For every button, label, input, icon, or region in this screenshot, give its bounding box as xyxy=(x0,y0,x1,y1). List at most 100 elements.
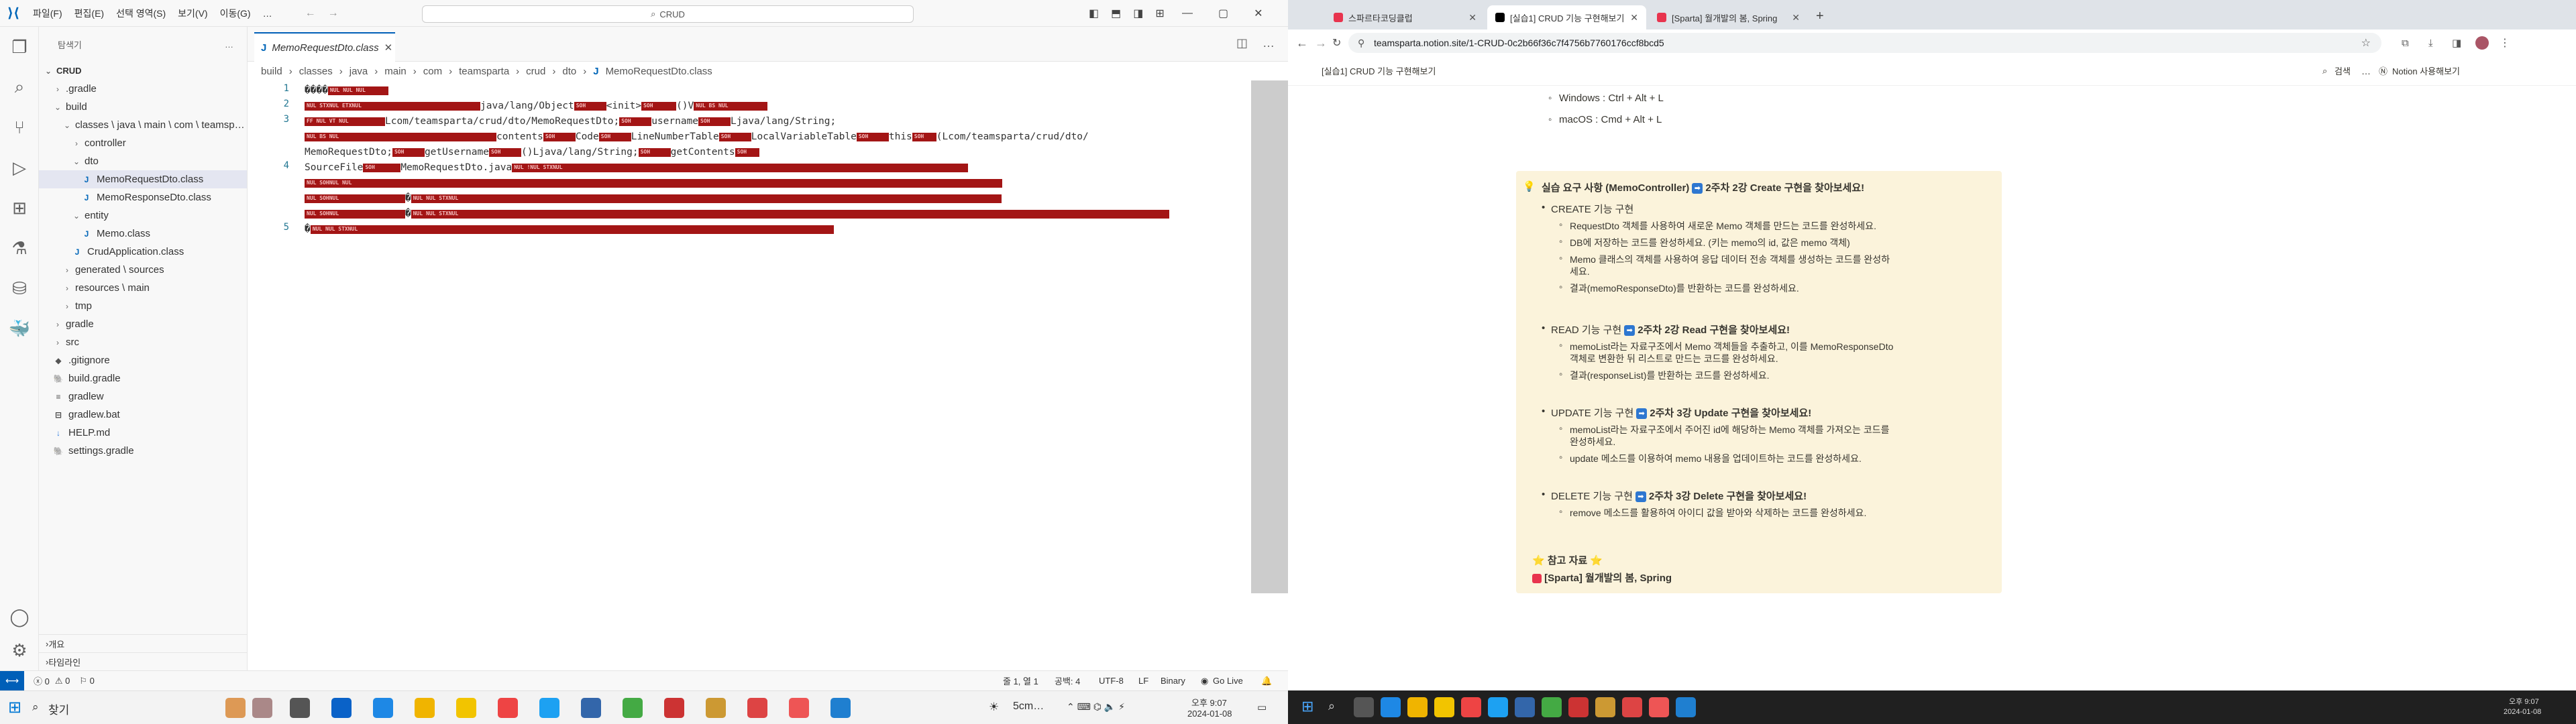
tree-file[interactable]: J MemoResponseDto.class xyxy=(39,188,247,206)
info-count[interactable]: ⚐ 0 xyxy=(79,676,95,686)
extensions-icon[interactable]: ⧉ xyxy=(2402,38,2409,49)
search-icon[interactable]: ⌕ xyxy=(2322,66,2327,76)
close-icon[interactable]: ✕ xyxy=(1630,12,1638,23)
settings-gear-icon[interactable]: ⚙ xyxy=(0,630,39,670)
clock-time[interactable]: 오후 9:07 xyxy=(2509,696,2539,707)
file-explorer-icon[interactable] xyxy=(415,698,435,718)
chrome-icon[interactable] xyxy=(1461,697,1481,717)
breadcrumb-item[interactable]: MemoRequestDto.class xyxy=(606,66,712,77)
tree-file[interactable]: ≡ gradlew xyxy=(39,387,247,406)
notifications-bell-icon[interactable]: 🔔 xyxy=(1261,676,1272,686)
tree-folder[interactable]: › generated \ sources xyxy=(39,261,247,279)
source-control-icon[interactable]: ⑂ xyxy=(0,107,39,147)
tree-folder[interactable]: ⌄ build xyxy=(39,98,247,116)
tree-folder[interactable]: › tmp xyxy=(39,297,247,315)
breadcrumb-item[interactable]: main xyxy=(384,66,407,77)
app-icon[interactable] xyxy=(664,698,684,718)
menu-view[interactable]: 보기(V) xyxy=(172,7,213,20)
notification-icon[interactable]: ▭ xyxy=(1257,701,1267,713)
app-icon[interactable] xyxy=(1488,697,1508,717)
database-icon[interactable]: ⛁ xyxy=(0,268,39,308)
clock-date[interactable]: 2024-01-08 xyxy=(1187,709,1232,719)
layout-icon[interactable]: ⊞ xyxy=(1155,7,1164,20)
close-icon[interactable]: ✕ xyxy=(384,42,393,54)
menu-edit[interactable]: 편집(E) xyxy=(68,7,110,20)
address-bar[interactable]: ⚲ teamsparta.notion.site/1-CRUD-0c2b66f3… xyxy=(1348,33,2381,53)
tree-file[interactable]: 🐘 settings.gradle xyxy=(39,442,247,460)
eol[interactable]: LF xyxy=(1138,676,1148,686)
avatar[interactable] xyxy=(2475,36,2489,50)
breadcrumb-item[interactable]: java xyxy=(350,66,368,77)
app-icon[interactable] xyxy=(1515,697,1535,717)
split-editor-icon[interactable]: ◫ xyxy=(1236,36,1248,50)
more-actions-icon[interactable]: … xyxy=(225,40,233,50)
app-icon[interactable] xyxy=(456,698,476,718)
scrollbar-thumb[interactable] xyxy=(1251,80,1288,593)
tab-memo-request-dto[interactable]: J MemoRequestDto.class ✕ xyxy=(254,32,395,62)
app-icon[interactable] xyxy=(1434,697,1454,717)
maximize-icon[interactable]: ▢ xyxy=(1218,7,1228,20)
tree-folder[interactable]: ⌄ classes \ java \ main \ com \ teamsp… xyxy=(39,116,247,134)
app-icon[interactable] xyxy=(623,698,643,718)
testing-icon[interactable]: ⚗ xyxy=(0,228,39,268)
tree-folder[interactable]: › gradle xyxy=(39,315,247,333)
vscode-taskbar-icon[interactable] xyxy=(1676,697,1696,717)
edge-icon[interactable] xyxy=(373,698,393,718)
site-info-icon[interactable]: ⚲ xyxy=(1358,38,1364,49)
breadcrumb-item[interactable]: com xyxy=(423,66,442,77)
code-view[interactable]: 1 2 3 4 5 ���� NUL NUL NUL NUL STXNUL ETX… xyxy=(248,80,1274,670)
app-icon[interactable] xyxy=(1595,697,1615,717)
app-icon[interactable] xyxy=(539,698,559,718)
minimap[interactable] xyxy=(1251,80,1288,593)
more-actions-icon[interactable]: … xyxy=(1263,36,1275,50)
tree-file[interactable]: J Memo.class xyxy=(39,225,247,243)
back-arrow-icon[interactable]: ← xyxy=(305,7,316,19)
breadcrumb-item[interactable]: crud xyxy=(526,66,545,77)
task-view-icon[interactable] xyxy=(290,698,310,718)
browser-tab-active[interactable]: [실습1] CRUD 기능 구현해보기 ✕ xyxy=(1487,5,1646,29)
close-icon[interactable]: ✕ xyxy=(1792,12,1800,23)
reference-link[interactable]: [Sparta] 월개발의 봄, Spring xyxy=(1532,570,1672,585)
tree-folder[interactable]: › controller xyxy=(39,134,247,152)
side-panel-icon[interactable]: ◨ xyxy=(2452,37,2461,49)
menu-selection[interactable]: 선택 영역(S) xyxy=(110,7,172,20)
app-icon[interactable] xyxy=(581,698,601,718)
page-title[interactable]: [실습1] CRUD 기능 구현해보기 xyxy=(1322,64,1436,77)
search-button[interactable]: 검색 xyxy=(2334,64,2351,77)
bookmark-star-icon[interactable]: ☆ xyxy=(2361,36,2371,50)
tree-file[interactable]: 🐘 build.gradle xyxy=(39,369,247,387)
toggle-panel-icon[interactable]: ⬒ xyxy=(1111,7,1121,20)
close-icon[interactable]: ✕ xyxy=(1468,12,1477,23)
browser-tab[interactable]: [Sparta] 월개발의 봄, Spring ✕ xyxy=(1649,5,1808,29)
menu-dots-icon[interactable]: ⋮ xyxy=(2500,36,2510,50)
timeline-section[interactable]: › 타임라인 xyxy=(39,652,248,670)
breadcrumb-item[interactable]: build xyxy=(261,66,282,77)
app-icon[interactable] xyxy=(1542,697,1562,717)
chrome-icon[interactable] xyxy=(789,698,809,718)
clock-time[interactable]: 오후 9:07 xyxy=(1191,696,1227,709)
remote-indicator[interactable]: ⟷ xyxy=(0,670,24,691)
indentation[interactable]: 공백: 4 xyxy=(1055,674,1080,687)
warnings-count[interactable]: ⚠ 0 xyxy=(55,676,70,686)
minimize-icon[interactable]: — xyxy=(1182,7,1193,19)
breadcrumb-item[interactable]: dto xyxy=(562,66,576,77)
search-icon[interactable]: ⌕ xyxy=(32,701,39,714)
explorer-root[interactable]: ⌄ CRUD xyxy=(39,62,247,80)
tree-file[interactable]: ⊟ gradlew.bat xyxy=(39,406,247,424)
weather-text[interactable]: 5cm… xyxy=(1013,701,1044,713)
more-icon[interactable]: … xyxy=(2361,66,2371,76)
menu-more[interactable]: … xyxy=(257,8,278,19)
menu-go[interactable]: 이동(G) xyxy=(214,7,257,20)
tree-folder[interactable]: › src xyxy=(39,333,247,351)
tree-file[interactable]: ◆ .gitignore xyxy=(39,351,247,369)
tree-file[interactable]: ↓ HELP.md xyxy=(39,424,247,442)
errors-count[interactable]: ⓧ 0 xyxy=(34,674,50,687)
menu-file[interactable]: 파일(F) xyxy=(27,7,68,20)
clock-date[interactable]: 2024-01-08 xyxy=(2504,708,2541,716)
tree-file[interactable]: J MemoRequestDto.class xyxy=(39,170,247,188)
toggle-sidebar-icon[interactable]: ◧ xyxy=(1089,7,1099,20)
tray-icons[interactable]: ⌃ ⌨ ⌬ 🔈 ⚡ xyxy=(1067,701,1125,713)
encoding[interactable]: UTF-8 xyxy=(1099,676,1124,686)
tree-folder[interactable]: › .gradle xyxy=(39,80,247,98)
chrome-icon[interactable] xyxy=(1649,697,1669,717)
